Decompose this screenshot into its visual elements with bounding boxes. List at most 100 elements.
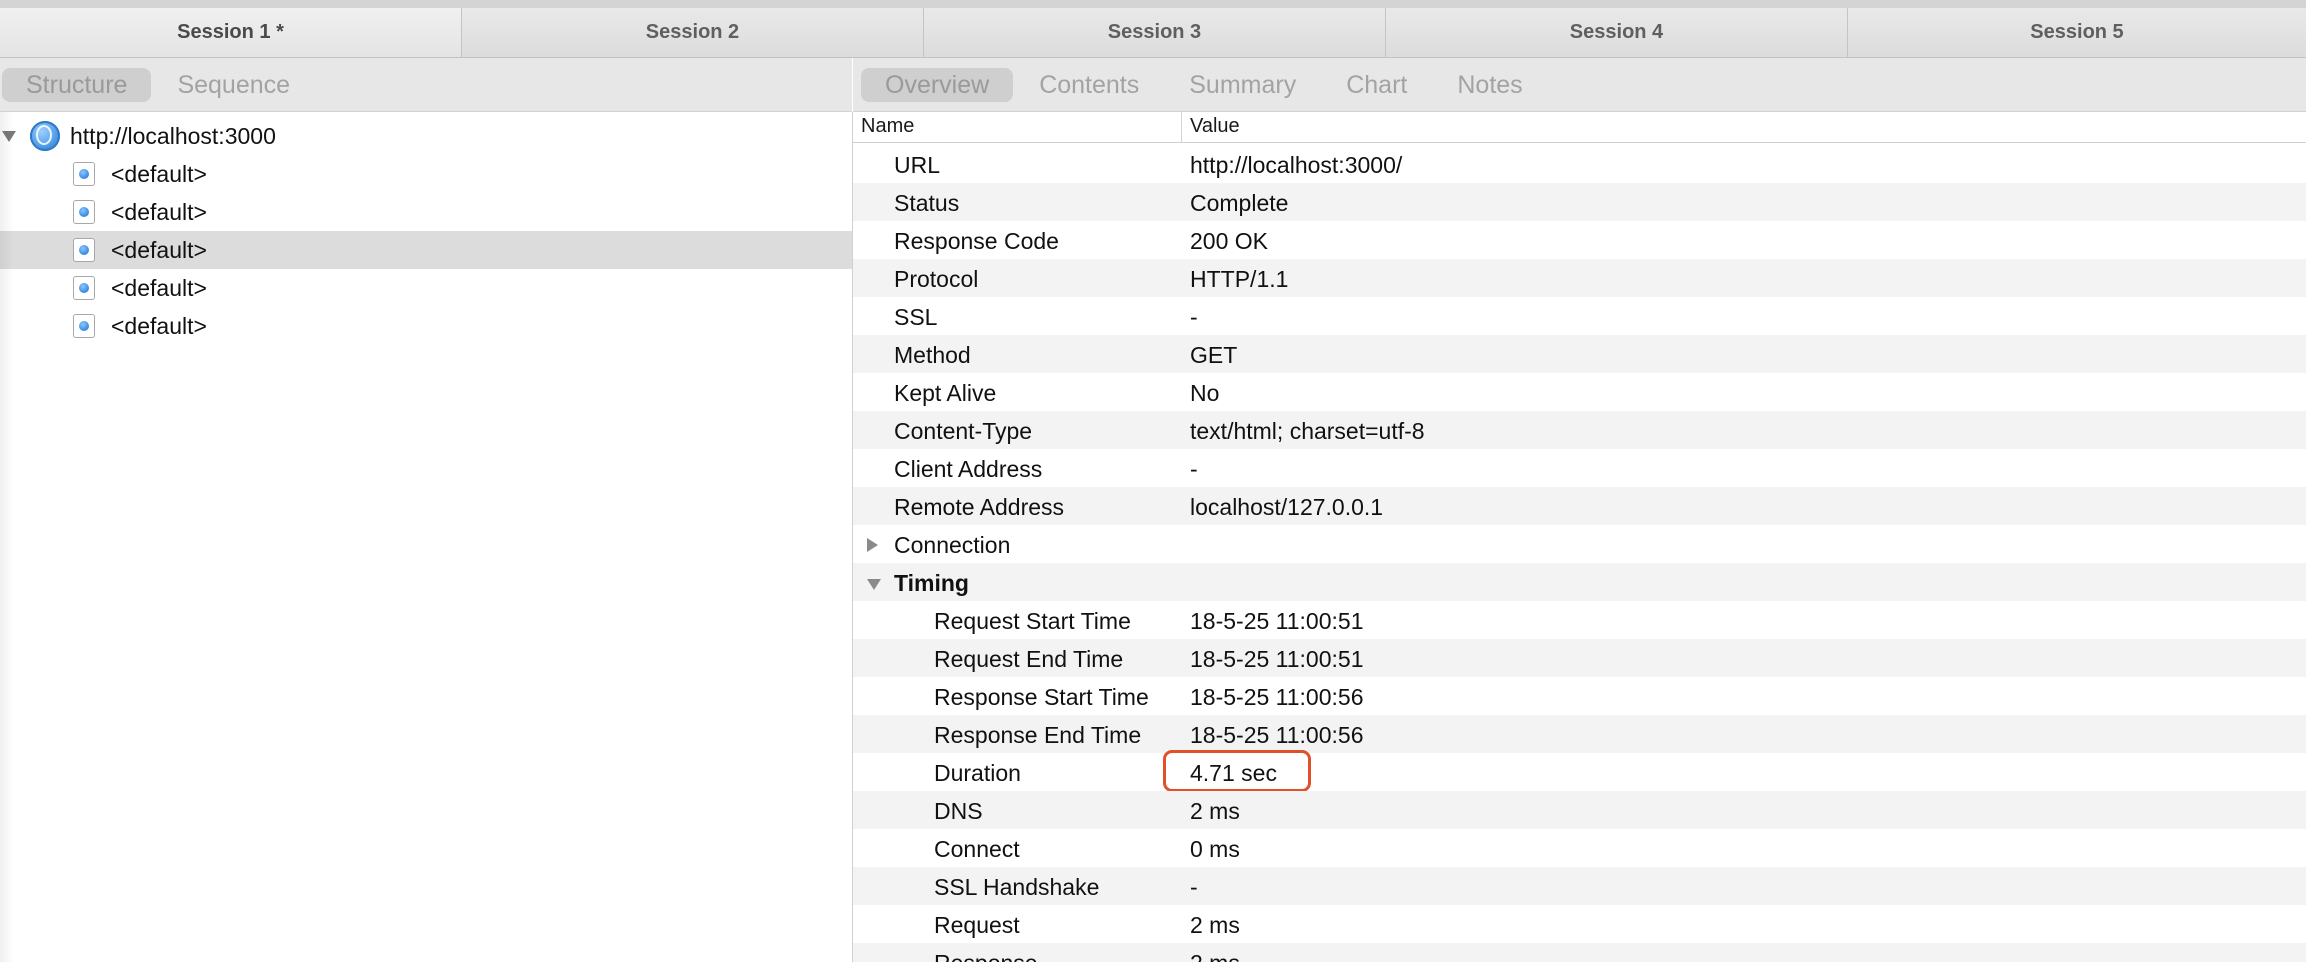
row-value: Complete bbox=[1190, 190, 1289, 216]
row-value: 2 ms bbox=[1190, 912, 1240, 938]
column-divider[interactable] bbox=[1181, 112, 1182, 142]
row-name: Response End Time bbox=[934, 722, 1142, 748]
row-value: 18-5-25 11:00:56 bbox=[1190, 684, 1364, 710]
row-name: Timing bbox=[894, 570, 969, 596]
row-name: DNS bbox=[934, 798, 983, 824]
table-row-protocol[interactable]: Protocol HTTP/1.1 bbox=[853, 259, 2306, 297]
collapse-triangle-icon[interactable] bbox=[867, 579, 881, 590]
tab-summary[interactable]: Summary bbox=[1165, 68, 1320, 102]
row-name: Remote Address bbox=[894, 494, 1065, 520]
row-name: Content-Type bbox=[894, 418, 1033, 444]
tab-sequence[interactable]: Sequence bbox=[153, 68, 314, 102]
tree-request-label: <default> bbox=[111, 198, 207, 225]
row-name: Request End Time bbox=[934, 646, 1124, 672]
table-row-timing[interactable]: Timing bbox=[853, 563, 2306, 601]
tree-host-label: http://localhost:3000 bbox=[70, 122, 276, 149]
row-value: GET bbox=[1190, 342, 1238, 368]
column-header-value[interactable]: Value bbox=[1190, 115, 1240, 138]
row-value: 18-5-25 11:00:51 bbox=[1190, 646, 1364, 672]
tab-session-2[interactable]: Session 2 bbox=[462, 8, 924, 57]
duration-highlight-box bbox=[1163, 750, 1311, 792]
tab-contents[interactable]: Contents bbox=[1015, 68, 1163, 102]
row-name: Connect bbox=[934, 836, 1020, 862]
row-name: Kept Alive bbox=[894, 380, 997, 406]
row-name: Response bbox=[934, 950, 1038, 962]
table-row-connect[interactable]: Connect 0 ms bbox=[853, 829, 2306, 867]
row-value: 0 ms bbox=[1190, 836, 1240, 862]
row-value: HTTP/1.1 bbox=[1190, 266, 1289, 292]
table-row-request[interactable]: Request 2 ms bbox=[853, 905, 2306, 943]
table-row-client-address[interactable]: Client Address - bbox=[853, 449, 2306, 487]
row-value: 18-5-25 11:00:56 bbox=[1190, 722, 1364, 748]
row-value: No bbox=[1190, 380, 1220, 406]
tree-host-row[interactable]: http://localhost:3000 bbox=[0, 117, 852, 155]
row-name: Method bbox=[894, 342, 971, 368]
expand-triangle-icon[interactable] bbox=[867, 538, 878, 552]
row-value: text/html; charset=utf-8 bbox=[1190, 418, 1425, 444]
tab-structure[interactable]: Structure bbox=[2, 67, 152, 102]
tree-request-row[interactable]: <default> bbox=[0, 193, 852, 231]
row-value: localhost/127.0.0.1 bbox=[1190, 494, 1384, 520]
row-name: Response Code bbox=[894, 228, 1059, 254]
table-row-ssl[interactable]: SSL - bbox=[853, 297, 2306, 335]
request-doc-icon bbox=[73, 162, 95, 186]
row-value: http://localhost:3000/ bbox=[1190, 152, 1403, 178]
row-value: - bbox=[1190, 304, 1198, 330]
row-name: SSL bbox=[894, 304, 938, 330]
table-row-response-end-time[interactable]: Response End Time 18-5-25 11:00:56 bbox=[853, 715, 2306, 753]
tab-session-5[interactable]: Session 5 bbox=[1848, 8, 2306, 57]
tab-session-1[interactable]: Session 1 * bbox=[0, 8, 462, 57]
row-value: 2 ms bbox=[1190, 950, 1240, 962]
tree-request-label: <default> bbox=[111, 312, 207, 339]
row-value: - bbox=[1190, 456, 1198, 482]
tree-request-label: <default> bbox=[111, 236, 207, 263]
structure-tree: http://localhost:3000 <default> <default… bbox=[0, 112, 853, 962]
tab-session-4[interactable]: Session 4 bbox=[1386, 8, 1848, 57]
tree-request-row-selected[interactable]: <default> bbox=[0, 231, 852, 269]
tab-overview[interactable]: Overview bbox=[861, 67, 1014, 102]
request-doc-icon bbox=[73, 200, 95, 224]
table-row-response-start-time[interactable]: Response Start Time 18-5-25 11:00:56 bbox=[853, 677, 2306, 715]
request-doc-icon bbox=[73, 238, 95, 262]
table-row-request-end-time[interactable]: Request End Time 18-5-25 11:00:51 bbox=[853, 639, 2306, 677]
table-row-kept-alive[interactable]: Kept Alive No bbox=[853, 373, 2306, 411]
row-name: Client Address bbox=[894, 456, 1043, 482]
table-row-method[interactable]: Method GET bbox=[853, 335, 2306, 373]
table-row-ssl-handshake[interactable]: SSL Handshake - bbox=[853, 867, 2306, 905]
table-header: Name Value bbox=[853, 112, 2306, 143]
row-value: 18-5-25 11:00:51 bbox=[1190, 608, 1364, 634]
request-doc-icon bbox=[73, 314, 95, 338]
table-row-content-type[interactable]: Content-Type text/html; charset=utf-8 bbox=[853, 411, 2306, 449]
charles-proxy-window: Session 1 * Session 2 Session 3 Session … bbox=[0, 0, 2306, 962]
tree-request-label: <default> bbox=[111, 160, 207, 187]
tab-chart[interactable]: Chart bbox=[1322, 68, 1431, 102]
row-name: Request bbox=[934, 912, 1020, 938]
row-value: - bbox=[1190, 874, 1198, 900]
table-row-url[interactable]: URL http://localhost:3000/ bbox=[853, 145, 2306, 183]
column-header-name[interactable]: Name bbox=[861, 115, 914, 138]
row-name: URL bbox=[894, 152, 941, 178]
tree-request-row[interactable]: <default> bbox=[0, 155, 852, 193]
table-row-dns[interactable]: DNS 2 ms bbox=[853, 791, 2306, 829]
tree-request-row[interactable]: <default> bbox=[0, 269, 852, 307]
detail-tabs: Overview Contents Summary Chart Notes bbox=[853, 58, 2306, 112]
table-row-response-code[interactable]: Response Code 200 OK bbox=[853, 221, 2306, 259]
table-row-duration[interactable]: Duration 4.71 sec bbox=[853, 750, 2306, 792]
table-row-request-start-time[interactable]: Request Start Time 18-5-25 11:00:51 bbox=[853, 601, 2306, 639]
table-row-connection[interactable]: Connection bbox=[853, 525, 2306, 563]
tab-session-3[interactable]: Session 3 bbox=[924, 8, 1386, 57]
tree-request-row[interactable]: <default> bbox=[0, 307, 852, 345]
disclosure-triangle-icon[interactable] bbox=[2, 130, 16, 142]
overview-table: Name Value URL http://localhost:3000/ St… bbox=[853, 112, 2306, 962]
globe-icon bbox=[30, 121, 60, 151]
row-name: Connection bbox=[894, 532, 1011, 558]
table-row-status[interactable]: Status Complete bbox=[853, 183, 2306, 221]
table-row-remote-address[interactable]: Remote Address localhost/127.0.0.1 bbox=[853, 487, 2306, 525]
view-mode-tabs: Structure Sequence bbox=[0, 58, 852, 112]
row-name: Request Start Time bbox=[934, 608, 1131, 634]
tab-notes[interactable]: Notes bbox=[1433, 68, 1546, 102]
request-doc-icon bbox=[73, 276, 95, 300]
table-row-response[interactable]: Response 2 ms bbox=[853, 943, 2306, 962]
row-name: Response Start Time bbox=[934, 684, 1149, 710]
row-name: Duration bbox=[934, 760, 1021, 786]
